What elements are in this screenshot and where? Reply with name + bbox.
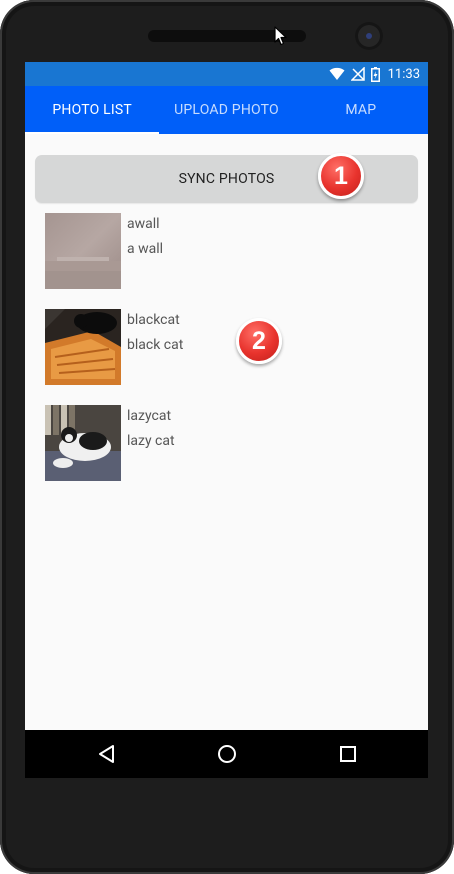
home-icon[interactable] — [215, 742, 239, 766]
photo-description: lazy cat — [127, 433, 175, 449]
back-icon[interactable] — [95, 742, 119, 766]
black-cat-photo-thumbnail — [45, 309, 121, 385]
callout-badge-1: 1 — [318, 153, 364, 199]
lazy-cat-photo-thumbnail — [45, 405, 121, 481]
wifi-icon — [329, 67, 345, 81]
tab-photo-list[interactable]: PHOTO LIST — [25, 86, 160, 134]
tab-map[interactable]: MAP — [294, 86, 428, 134]
wall-photo-thumbnail — [45, 213, 121, 289]
photo-description: black cat — [127, 337, 184, 353]
battery-icon — [370, 66, 380, 82]
app-screen: 11:33 PHOTO LIST UPLOAD PHOTO MAP SYNC P… — [25, 62, 428, 778]
status-time: 11:33 — [387, 66, 420, 82]
photo-list: awall a wall blackcat black cat lazycat … — [45, 213, 415, 501]
status-bar: 11:33 — [25, 62, 428, 86]
navigation-bar — [25, 730, 428, 778]
phone-camera — [355, 22, 383, 50]
list-item[interactable]: blackcat black cat — [45, 309, 415, 405]
tab-bar: PHOTO LIST UPLOAD PHOTO MAP — [25, 86, 428, 134]
photo-title: awall — [127, 216, 160, 232]
recent-apps-icon[interactable] — [336, 742, 360, 766]
mouse-cursor-icon — [274, 26, 287, 50]
list-item[interactable]: lazycat lazy cat — [45, 405, 415, 501]
callout-badge-2: 2 — [236, 318, 282, 364]
photo-description: a wall — [127, 241, 164, 257]
list-item[interactable]: awall a wall — [45, 213, 415, 309]
photo-title: blackcat — [127, 312, 180, 328]
no-signal-icon — [350, 67, 365, 81]
phone-frame: 11:33 PHOTO LIST UPLOAD PHOTO MAP SYNC P… — [0, 0, 454, 874]
photo-title: lazycat — [127, 408, 172, 424]
tab-upload-photo[interactable]: UPLOAD PHOTO — [159, 86, 293, 134]
